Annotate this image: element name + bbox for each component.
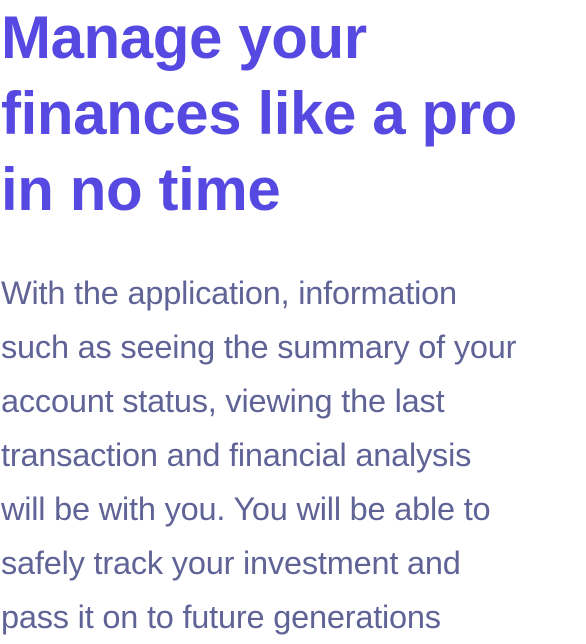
headline-line-1: Manage your — [1, 4, 367, 71]
description-line-4: transaction and financial analysis — [1, 437, 472, 473]
description-line-7: pass it on to future generations — [1, 599, 441, 635]
headline-line-3: in no time — [1, 156, 281, 223]
description-paragraph: With the application, information such a… — [1, 266, 585, 644]
hero-section: Manage your finances like a pro in no ti… — [0, 0, 586, 638]
description-line-5: will be with you. You will be able to — [1, 491, 491, 527]
description-line-3: account status, viewing the last — [1, 383, 445, 419]
headline-line-2: finances like a pro — [1, 80, 517, 147]
page-headline: Manage your finances like a pro in no ti… — [1, 0, 585, 228]
description-line-2: such as seeing the summary of your — [1, 329, 517, 365]
description-line-6: safely track your investment and — [1, 545, 461, 581]
description-line-1: With the application, information — [1, 275, 457, 311]
